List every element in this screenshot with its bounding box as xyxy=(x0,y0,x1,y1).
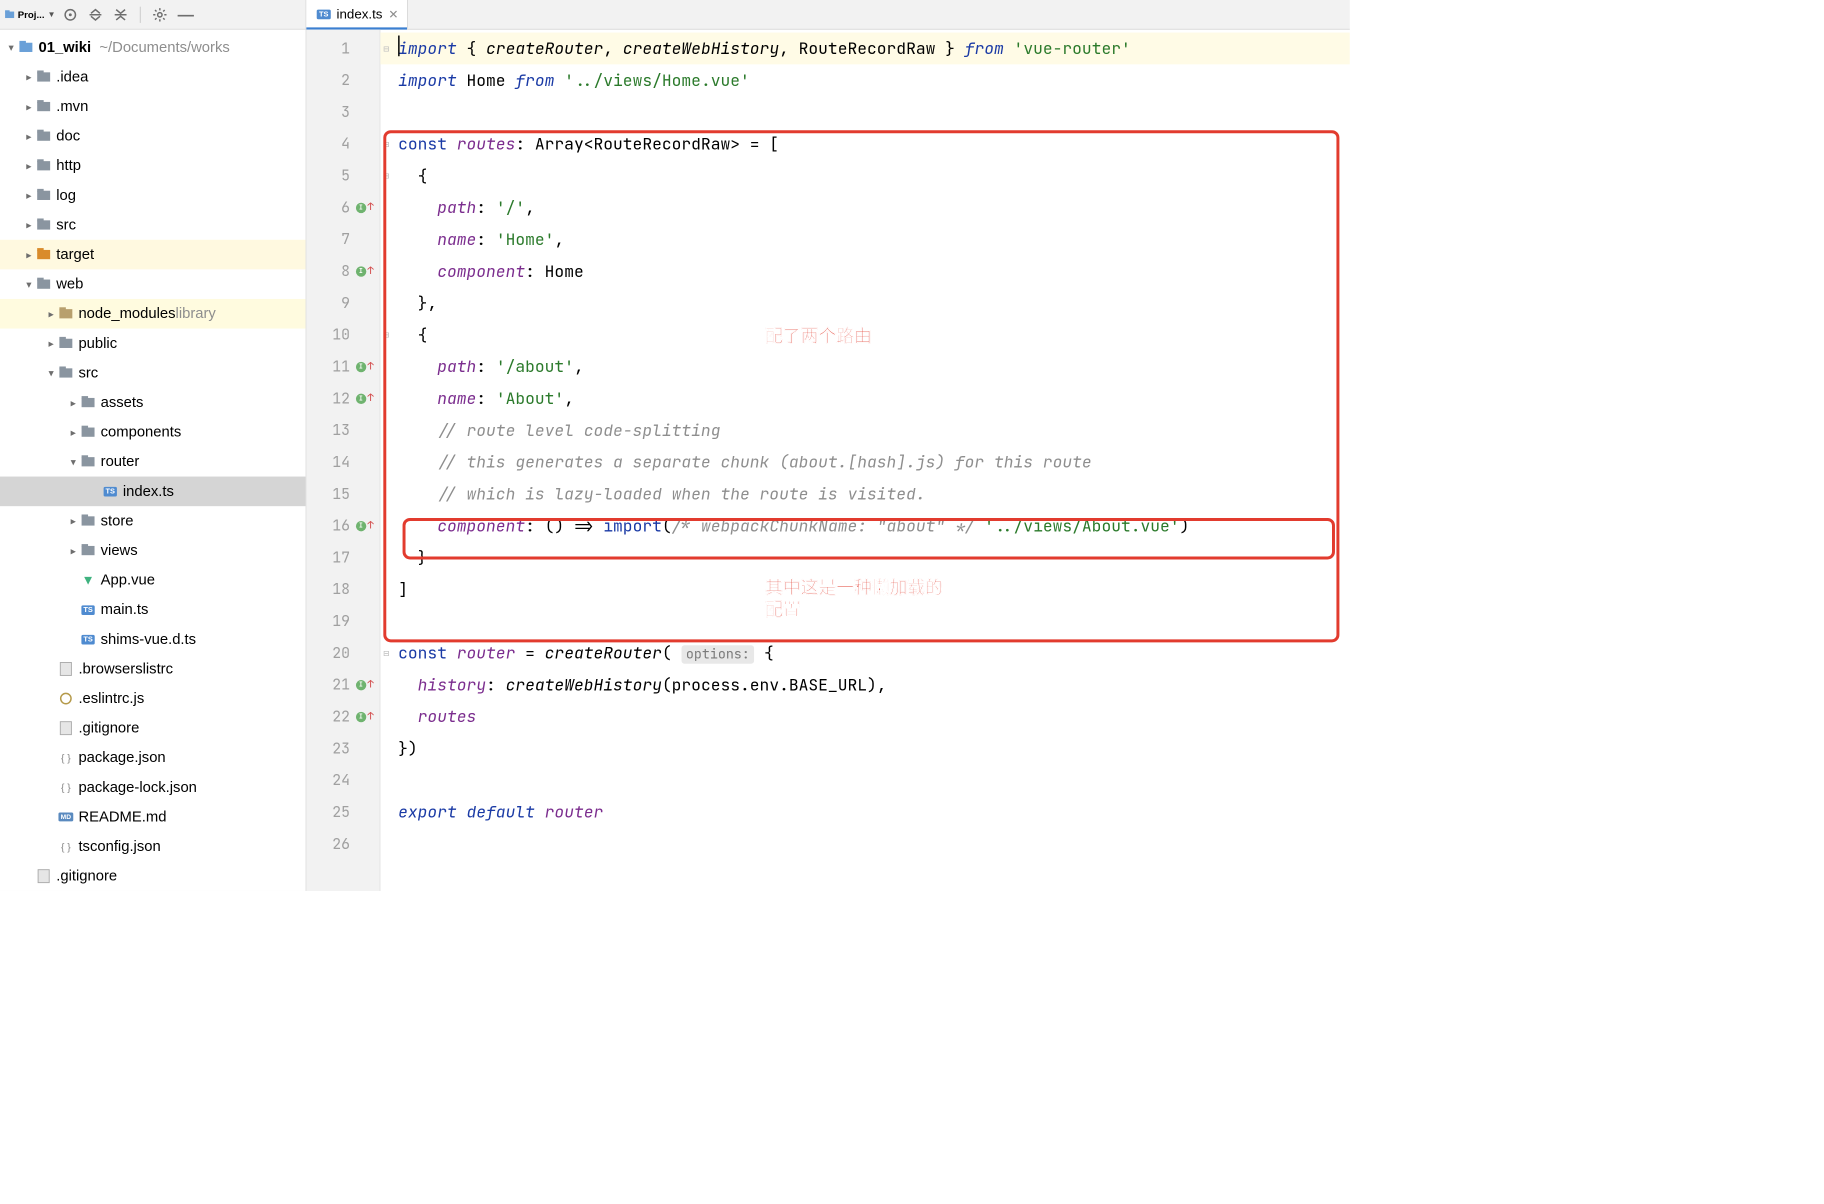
tree-item[interactable]: { }tsconfig.json xyxy=(0,832,306,862)
gutter-line[interactable]: 8I↑ xyxy=(306,255,379,287)
gutter-line[interactable]: 25 xyxy=(306,796,379,828)
gutter-line[interactable]: 7 xyxy=(306,223,379,255)
gear-icon[interactable] xyxy=(152,7,167,22)
gutter-line[interactable]: 20 xyxy=(306,637,379,669)
fold-icon[interactable]: ⊟ xyxy=(383,160,389,192)
tree-item[interactable]: TSindex.ts xyxy=(0,477,306,507)
tree-item[interactable]: ▸components xyxy=(0,417,306,447)
collapse-icon[interactable] xyxy=(113,7,128,22)
close-icon[interactable]: ✕ xyxy=(388,7,398,22)
gutter-line[interactable]: 9 xyxy=(306,287,379,319)
editor-body[interactable]: 123456I↑78I↑91011I↑12I↑13141516I↑1718192… xyxy=(306,30,1349,891)
gutter-line[interactable]: 22I↑ xyxy=(306,701,379,733)
fold-icon[interactable]: ⊟ xyxy=(383,319,389,351)
minimize-icon[interactable]: — xyxy=(178,5,194,24)
tree-item[interactable]: ▸public xyxy=(0,329,306,359)
gutter-line[interactable]: 11I↑ xyxy=(306,351,379,383)
tab-filename: index.ts xyxy=(337,7,383,23)
project-tree[interactable]: ▾01_wiki ~/Documents/works▸.idea▸.mvn▸do… xyxy=(0,30,306,891)
tree-item[interactable]: ▸node_modules library xyxy=(0,299,306,329)
tab-index-ts[interactable]: TS index.ts ✕ xyxy=(306,0,408,29)
tree-root[interactable]: ▾01_wiki ~/Documents/works xyxy=(0,33,306,63)
tree-item[interactable]: MDREADME.md xyxy=(0,802,306,832)
sidebar-toolbar: Proj... ▼ — xyxy=(0,0,306,30)
gutter-line[interactable]: 3 xyxy=(306,96,379,128)
gutter-line[interactable]: 5 xyxy=(306,160,379,192)
tree-item[interactable]: ▸store xyxy=(0,506,306,536)
tree-item[interactable]: TSmain.ts xyxy=(0,595,306,625)
gutter-line[interactable]: 4 xyxy=(306,128,379,160)
tree-item[interactable]: ▸views xyxy=(0,536,306,566)
tree-item[interactable]: ▾web xyxy=(0,269,306,299)
param-hint: options: xyxy=(681,645,754,664)
gutter-line[interactable]: 10 xyxy=(306,319,379,351)
fold-icon[interactable]: ⊟ xyxy=(383,33,389,65)
gutter-line[interactable]: 24 xyxy=(306,764,379,796)
ts-icon: TS xyxy=(317,10,331,20)
tree-item[interactable]: .eslintrc.js xyxy=(0,684,306,714)
target-icon[interactable] xyxy=(63,7,78,22)
gutter-line[interactable]: 1 xyxy=(306,33,379,65)
tree-item[interactable]: ▸http xyxy=(0,151,306,181)
separator xyxy=(140,6,141,22)
gutter-line[interactable]: 26 xyxy=(306,828,379,860)
gutter-line[interactable]: 6I↑ xyxy=(306,192,379,224)
gutter-line[interactable]: 21I↑ xyxy=(306,669,379,701)
gutter: 123456I↑78I↑91011I↑12I↑13141516I↑1718192… xyxy=(306,30,380,891)
tree-item[interactable]: { }package.json xyxy=(0,743,306,773)
gutter-line[interactable]: 23 xyxy=(306,733,379,765)
tree-item[interactable]: .gitignore xyxy=(0,861,306,891)
tree-item[interactable]: .gitignore xyxy=(0,713,306,743)
tree-item[interactable]: ▸.idea xyxy=(0,62,306,92)
fold-icon[interactable]: ⊟ xyxy=(383,128,389,160)
tree-item[interactable]: ▸doc xyxy=(0,121,306,151)
sidebar-title-text: Proj... xyxy=(18,9,45,20)
gutter-line[interactable]: 14 xyxy=(306,446,379,478)
fold-icon[interactable]: ⊟ xyxy=(383,637,389,669)
editor-tabbar: TS index.ts ✕ xyxy=(306,0,1349,30)
sidebar-title[interactable]: Proj... ▼ xyxy=(4,9,55,20)
tree-item[interactable]: ▼App.vue xyxy=(0,565,306,595)
editor-area: TS index.ts ✕ 123456I↑78I↑91011I↑12I↑131… xyxy=(306,0,1349,891)
tree-item[interactable]: .browserslistrc xyxy=(0,654,306,684)
text-cursor xyxy=(398,36,399,57)
tree-item[interactable]: ▸log xyxy=(0,181,306,211)
tree-item[interactable]: ▸.mvn xyxy=(0,92,306,122)
tree-item[interactable]: ▾src xyxy=(0,358,306,388)
tree-item[interactable]: { }package-lock.json xyxy=(0,773,306,803)
tree-item[interactable]: ▸target xyxy=(0,240,306,270)
expand-icon[interactable] xyxy=(88,7,103,22)
chevron-down-icon: ▼ xyxy=(47,10,55,19)
project-sidebar: Proj... ▼ — ▾01_wiki ~/Documents/works▸.… xyxy=(0,0,306,891)
tree-item[interactable]: ▸src xyxy=(0,210,306,240)
gutter-line[interactable]: 16I↑ xyxy=(306,510,379,542)
gutter-line[interactable]: 2 xyxy=(306,64,379,96)
gutter-line[interactable]: 13 xyxy=(306,414,379,446)
tree-item[interactable]: ▾router xyxy=(0,447,306,477)
tree-item[interactable]: ▸assets xyxy=(0,388,306,418)
gutter-line[interactable]: 18 xyxy=(306,574,379,606)
gutter-line[interactable]: 17 xyxy=(306,542,379,574)
tree-item[interactable]: TSshims-vue.d.ts xyxy=(0,625,306,655)
gutter-line[interactable]: 12I↑ xyxy=(306,383,379,415)
gutter-line[interactable]: 15 xyxy=(306,478,379,510)
code-content[interactable]: ⊟import { createRouter, createWebHistory… xyxy=(380,30,1349,891)
gutter-line[interactable]: 19 xyxy=(306,605,379,637)
